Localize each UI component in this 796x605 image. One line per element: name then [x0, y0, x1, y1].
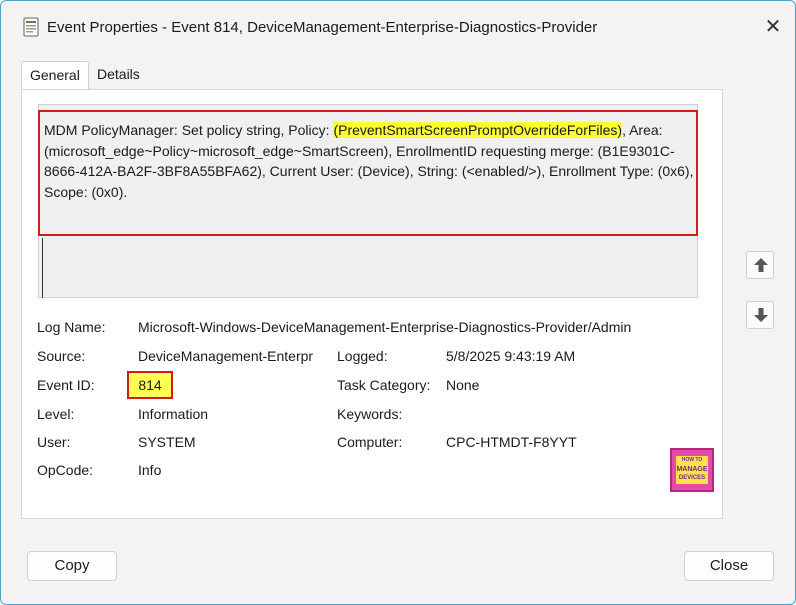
close-button[interactable]: Close: [684, 551, 774, 581]
task-category-label: Task Category:: [337, 377, 431, 393]
level-label: Level:: [37, 406, 75, 422]
log-name-value[interactable]: Microsoft-Windows-DeviceManagement-Enter…: [138, 319, 631, 335]
window-title: Event Properties - Event 814, DeviceMana…: [47, 19, 598, 36]
user-label: User:: [37, 434, 71, 450]
next-event-button[interactable]: [746, 301, 774, 329]
logo-badge: HOW TO MANAGE DEVICES: [676, 456, 708, 484]
source-value[interactable]: DeviceManagement-Enterpr: [138, 348, 326, 364]
arrow-down-icon: [754, 308, 768, 322]
logo-line3: DEVICES: [678, 475, 706, 481]
arrow-up-icon: [754, 258, 768, 272]
title-bar[interactable]: Event Properties - Event 814, DeviceMana…: [1, 1, 795, 53]
event-id-value[interactable]: 814: [127, 371, 173, 399]
event-properties-window: Event Properties - Event 814, DeviceMana…: [0, 0, 796, 605]
log-name-label: Log Name:: [37, 319, 106, 335]
policy-name-highlight: (PreventSmartScreenPromptOverrideForFile…: [333, 122, 623, 138]
opcode-value[interactable]: Info: [138, 462, 161, 478]
logged-label: Logged:: [337, 348, 388, 364]
computer-label: Computer:: [337, 434, 403, 450]
event-viewer-icon: [23, 17, 39, 37]
close-icon[interactable]: ✕: [759, 13, 787, 41]
tab-details[interactable]: Details: [89, 61, 149, 88]
copy-button[interactable]: Copy: [27, 551, 117, 581]
event-description-text: MDM PolicyManager: Set policy string, Po…: [44, 120, 694, 202]
source-label: Source:: [37, 348, 86, 364]
logo-line1: HOW TO: [681, 457, 703, 463]
keywords-label: Keywords:: [337, 406, 403, 422]
event-id-label: Event ID:: [37, 377, 95, 393]
task-category-value[interactable]: None: [446, 377, 479, 393]
logged-value[interactable]: 5/8/2025 9:43:19 AM: [446, 348, 575, 364]
previous-event-button[interactable]: [746, 251, 774, 279]
text-cursor: [42, 238, 43, 298]
opcode-label: OpCode:: [37, 462, 94, 478]
computer-value[interactable]: CPC-HTMDT-F8YYT: [446, 434, 577, 450]
description-part1: MDM PolicyManager: Set policy string, Po…: [44, 122, 334, 138]
level-value[interactable]: Information: [138, 406, 208, 422]
tab-general[interactable]: General: [21, 61, 89, 90]
general-tab-panel: MDM PolicyManager: Set policy string, Po…: [21, 89, 723, 519]
logo-line2: MANAGE: [676, 466, 708, 473]
how-to-manage-devices-logo: HOW TO MANAGE DEVICES: [670, 448, 714, 492]
user-value[interactable]: SYSTEM: [138, 434, 196, 450]
